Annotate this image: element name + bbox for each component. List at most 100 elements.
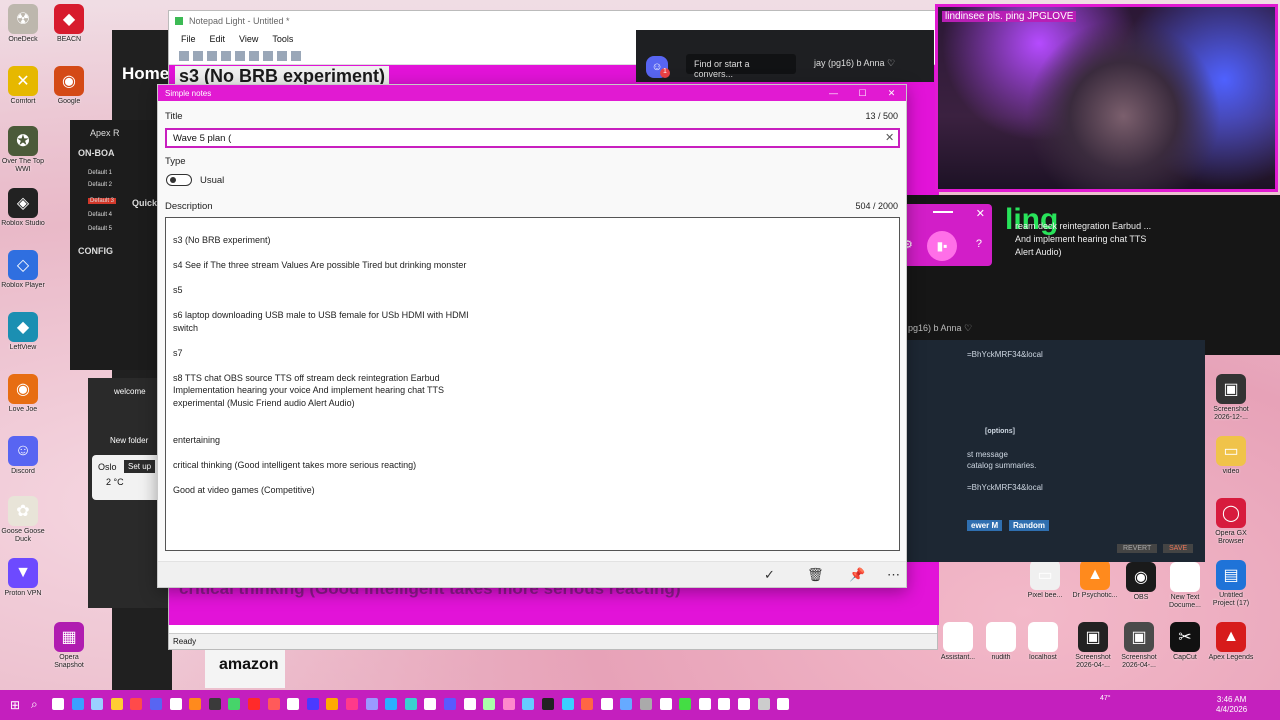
desktop-icon-1[interactable]: ◆ BEACN: [46, 4, 92, 44]
type-toggle[interactable]: [166, 174, 192, 186]
desktop-icon-5[interactable]: ◈ Roblox Studio: [0, 188, 46, 228]
notepad-menu-edit[interactable]: Edit: [210, 34, 226, 44]
opera-new-folder[interactable]: New folder: [110, 436, 148, 445]
taskbar-app-icon[interactable]: [698, 698, 711, 710]
taskbar-app-icon[interactable]: [777, 698, 790, 710]
taskbar-app-icon[interactable]: [463, 698, 476, 710]
notepad-menu-view[interactable]: View: [239, 34, 258, 44]
taskbar-app-icon[interactable]: [502, 698, 515, 710]
save-button[interactable]: SAVE: [1163, 544, 1194, 553]
opera-welcome-tab[interactable]: welcome: [114, 387, 146, 396]
desktop-icon-11[interactable]: ▼ Proton VPN: [0, 558, 46, 598]
discord-dm-user[interactable]: jay (pg16) b Anna ♡: [814, 58, 895, 69]
desktop-icon-bottom-6[interactable]: ▭ localhost: [1020, 622, 1066, 662]
open-file-icon[interactable]: [193, 50, 203, 61]
taskbar-app-icon[interactable]: [522, 698, 535, 710]
start-icon[interactable]: ⊞: [10, 698, 20, 712]
taskbar-app-icon[interactable]: [91, 698, 104, 710]
browser-viewer[interactable]: ewer M: [967, 520, 1003, 531]
desktop-icon-7[interactable]: ◆ LeftView: [0, 312, 46, 352]
pin-icon[interactable]: 📌: [849, 567, 865, 583]
desktop-icon-bottom-2[interactable]: ◉ OBS: [1118, 562, 1164, 602]
taskbar-app-icon[interactable]: [306, 698, 319, 710]
help-icon[interactable]: ?: [976, 238, 982, 250]
taskbar-app-icon[interactable]: [444, 698, 456, 710]
desktop-icon-bottom-1[interactable]: ▲ Dr Psychotic...: [1072, 560, 1118, 600]
minimize-icon[interactable]: [933, 211, 953, 213]
taskbar-app-icon[interactable]: [71, 698, 84, 710]
simple-notes-window[interactable]: Simple notes — ☐ ✕ Title 13 / 500 ✕ Type…: [157, 84, 907, 588]
taskbar-app-icon[interactable]: [150, 698, 162, 710]
desktop-icon-right-4[interactable]: ▲ Apex Legends: [1208, 622, 1254, 662]
close-icon[interactable]: ✕: [976, 207, 985, 220]
desktop-icon-right-3[interactable]: ▤ Untitled Project (17): [1208, 560, 1254, 608]
taskbar-app-icon[interactable]: [228, 698, 241, 710]
print-icon[interactable]: [221, 50, 231, 61]
mic-icon[interactable]: ▮▪: [927, 231, 957, 261]
apex-window[interactable]: Apex R ON-BOA Default 1 Default 2 Defaul…: [70, 120, 170, 370]
taskbar-app-icon[interactable]: [208, 698, 221, 710]
trash-icon[interactable]: 🗑: [807, 567, 824, 583]
clear-icon[interactable]: ✕: [885, 131, 894, 144]
find-icon[interactable]: [277, 50, 287, 61]
random-button[interactable]: Random: [1009, 520, 1049, 531]
description-textarea[interactable]: s3 (No BRB experiment) s4 See if The thre…: [165, 217, 900, 551]
desktop-icon-bottom-4[interactable]: ▭ Assistant...: [935, 622, 981, 662]
desktop-icon-right-1[interactable]: ▭ video: [1208, 436, 1254, 476]
desktop-icon-10[interactable]: ✿ Goose Goose Duck: [0, 496, 46, 544]
voice-widget[interactable]: ✕ ⚙ ▮▪ ?: [894, 204, 992, 266]
taskbar-app-icon[interactable]: [600, 698, 613, 710]
taskbar-app-icon[interactable]: [189, 698, 202, 710]
taskbar-app-icon[interactable]: [561, 698, 574, 710]
taskbar-app-icon[interactable]: [385, 698, 398, 710]
browser-options[interactable]: [options]: [985, 428, 1015, 435]
minimize-button[interactable]: —: [819, 88, 848, 99]
desktop-icon-bottom-0[interactable]: ▭ Pixel bee...: [1022, 560, 1068, 600]
notepad-menu-tools[interactable]: Tools: [272, 34, 293, 44]
desktop-icon-right-0[interactable]: ▣ Screenshot 2026-12-...: [1208, 374, 1254, 422]
taskbar-app-icon[interactable]: [659, 698, 672, 710]
weather-setup[interactable]: Set up: [124, 460, 156, 473]
desktop-icon-bottom-9[interactable]: ✂ CapCut: [1162, 622, 1208, 662]
desktop-icon-6[interactable]: ◇ Roblox Player: [0, 250, 46, 290]
taskbar-app-icon[interactable]: [248, 698, 260, 710]
close-button[interactable]: ✕: [877, 88, 906, 99]
taskbar-app-icon[interactable]: [267, 698, 280, 710]
check-icon[interactable]: ✓: [764, 567, 775, 583]
desktop-icon-0[interactable]: ☢ OneDeck: [0, 4, 46, 44]
desktop-icon-9[interactable]: ☺ Discord: [0, 436, 46, 476]
desktop-icon-2[interactable]: ✕ Comfort: [0, 66, 46, 106]
taskbar-app-icon[interactable]: [169, 698, 182, 710]
desktop-icon-bottom-5[interactable]: ▭ nudith: [978, 622, 1024, 662]
taskbar-app-icon[interactable]: [52, 698, 64, 710]
taskbar-app-icon[interactable]: [757, 698, 770, 710]
taskbar-app-icon[interactable]: [130, 698, 143, 710]
taskbar-clock[interactable]: 3:46 AM 4/4/2026: [1216, 695, 1247, 715]
revert-button[interactable]: REVERT: [1117, 544, 1158, 553]
search-icon[interactable]: ⌕: [31, 697, 38, 712]
taskbar-app-icon[interactable]: [718, 698, 731, 710]
more-icon[interactable]: ⋯: [887, 567, 900, 583]
desktop-icon-12[interactable]: ▦ Opera Snapshot: [46, 622, 92, 670]
apex-default3[interactable]: Default 3: [88, 198, 117, 204]
taskbar-app-icon[interactable]: [424, 698, 437, 710]
desktop-icon-4[interactable]: ✪ Over The Top WWI: [0, 126, 46, 174]
taskbar-app-icon[interactable]: [346, 698, 358, 710]
taskbar-app-icon[interactable]: [679, 698, 692, 710]
taskbar-app-icon[interactable]: [640, 698, 652, 710]
desktop-icon-bottom-3[interactable]: ▭ New Text Docume...: [1162, 562, 1208, 610]
taskbar-app-icon[interactable]: [365, 698, 378, 710]
copy-icon[interactable]: [249, 50, 259, 61]
desktop-icon-right-2[interactable]: ◯ Opera GX Browser: [1208, 498, 1254, 546]
taskbar-app-icon[interactable]: [404, 698, 417, 710]
help-icon[interactable]: [291, 50, 301, 61]
title-input[interactable]: [165, 128, 900, 148]
taskbar-app-icon[interactable]: [620, 698, 633, 710]
taskbar-app-icon[interactable]: [581, 698, 594, 710]
maximize-button[interactable]: ☐: [848, 88, 877, 99]
discord-search-input[interactable]: Find or start a convers...: [686, 54, 796, 79]
browser-panel[interactable]: =BhYckMRF34&local [options] st message c…: [905, 340, 1205, 562]
save-icon[interactable]: [207, 50, 217, 61]
discord-window[interactable]: ☺ 1 Find or start a convers... jay (pg16…: [636, 30, 934, 82]
desktop-icon-bottom-7[interactable]: ▣ Screenshot 2026-04-...: [1070, 622, 1116, 670]
